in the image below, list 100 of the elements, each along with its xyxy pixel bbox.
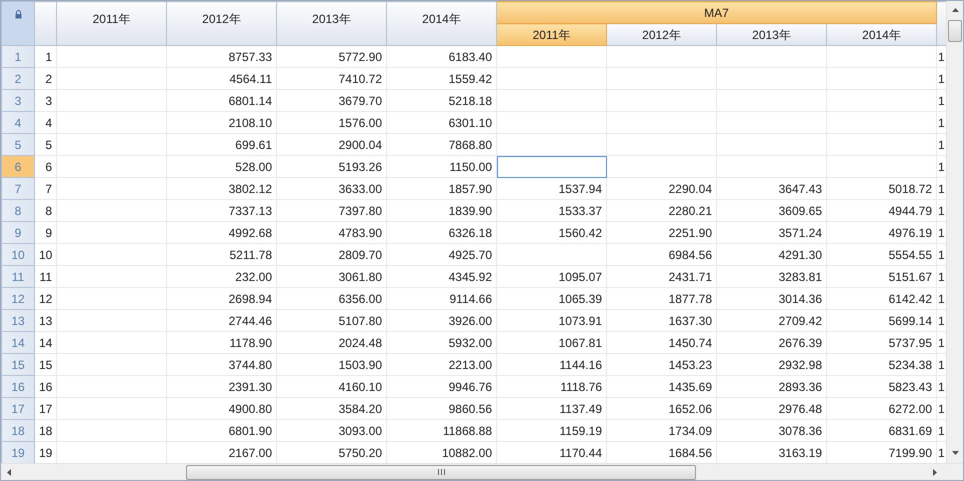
table-cell: 1857.90: [386, 178, 496, 200]
table-cell: 1073.91: [496, 310, 606, 332]
row-header[interactable]: 1: [2, 46, 34, 68]
table-cell: 13: [34, 310, 56, 332]
scroll-right-icon[interactable]: [933, 468, 937, 476]
table-cell: 5554.55: [826, 244, 936, 266]
table-cell: 1137.49: [496, 398, 606, 420]
table-cell: 6801.90: [166, 420, 276, 442]
scroll-up-icon[interactable]: [952, 8, 958, 12]
table-cell: 1150.00: [386, 156, 496, 178]
table-cell: 2024.48: [276, 332, 386, 354]
row-header[interactable]: 3: [2, 90, 34, 112]
table-cell: 1178.90: [166, 332, 276, 354]
table-cell: 1095.07: [496, 266, 606, 288]
table-cell: 2431.71: [606, 266, 716, 288]
table-cell: 2280.21: [606, 200, 716, 222]
row-header[interactable]: 4: [2, 112, 34, 134]
table-cell: 9114.66: [386, 288, 496, 310]
table-cell: 3061.80: [276, 266, 386, 288]
table-cell: 1537.94: [496, 178, 606, 200]
row-header[interactable]: 10: [2, 244, 34, 266]
table-cell: 699.61: [166, 134, 276, 156]
row-header[interactable]: 6: [2, 156, 34, 178]
table-cell: 9946.76: [386, 376, 496, 398]
table-cell: 3078.36: [716, 420, 826, 442]
table-cell: 2900.04: [276, 134, 386, 156]
column-header[interactable]: 2011年: [496, 24, 606, 46]
table-cell: 1652.06: [606, 398, 716, 420]
table-cell: 6356.00: [276, 288, 386, 310]
row-header[interactable]: 17: [2, 398, 34, 420]
row-header[interactable]: 13: [2, 310, 34, 332]
table-cell: 2676.39: [716, 332, 826, 354]
column-header[interactable]: 2012年: [166, 2, 276, 46]
row-header[interactable]: 12: [2, 288, 34, 310]
table-cell: 2391.30: [166, 376, 276, 398]
grip-icon: [438, 469, 444, 475]
table-cell: 1118.76: [496, 376, 606, 398]
row-header[interactable]: 7: [2, 178, 34, 200]
group-header[interactable]: MA7: [496, 2, 936, 24]
table-cell: 5737.95: [826, 332, 936, 354]
column-header[interactable]: 2011年: [56, 2, 166, 46]
table-cell: 5107.80: [276, 310, 386, 332]
table-cell: 3: [34, 90, 56, 112]
table-cell: 4900.80: [166, 398, 276, 420]
table-cell: 4291.30: [716, 244, 826, 266]
table-cell: 4944.79: [826, 200, 936, 222]
table-cell: 1435.69: [606, 376, 716, 398]
scrollbar-thumb[interactable]: [948, 20, 962, 42]
column-header[interactable]: 2014年: [386, 2, 496, 46]
corner-header[interactable]: [2, 2, 34, 46]
table-cell: 10: [34, 244, 56, 266]
table-cell: 4345.92: [386, 266, 496, 288]
table-cell: 2809.70: [276, 244, 386, 266]
table-cell: 14: [34, 332, 56, 354]
column-header[interactable]: 2013年: [716, 24, 826, 46]
row-header[interactable]: 15: [2, 354, 34, 376]
row-header[interactable]: 8: [2, 200, 34, 222]
table-cell: 8757.33: [166, 46, 276, 68]
table-cell: 5234.38: [826, 354, 936, 376]
table-cell: 18: [34, 420, 56, 442]
table-cell: 3283.81: [716, 266, 826, 288]
table-cell: 3609.65: [716, 200, 826, 222]
row-header[interactable]: 19: [2, 442, 34, 463]
table-cell: 5772.90: [276, 46, 386, 68]
table-cell: 1450.74: [606, 332, 716, 354]
column-header[interactable]: 2013年: [276, 2, 386, 46]
table-cell: 1065.39: [496, 288, 606, 310]
table-cell: 3093.00: [276, 420, 386, 442]
table-cell: 4: [34, 112, 56, 134]
table-cell: 1533.37: [496, 200, 606, 222]
row-header[interactable]: 11: [2, 266, 34, 288]
table-cell: 5932.00: [386, 332, 496, 354]
table-cell: 7397.80: [276, 200, 386, 222]
scroll-left-icon[interactable]: [7, 468, 11, 476]
table-cell: 2976.48: [716, 398, 826, 420]
selected-cell[interactable]: [496, 156, 606, 178]
table-cell: 2893.36: [716, 376, 826, 398]
table-cell: 528.00: [166, 156, 276, 178]
scrollbar-thumb[interactable]: [186, 464, 696, 480]
table-cell: 7: [34, 178, 56, 200]
row-header[interactable]: 16: [2, 376, 34, 398]
table-cell: 4992.68: [166, 222, 276, 244]
table-cell: 1144.16: [496, 354, 606, 376]
row-header[interactable]: 9: [2, 222, 34, 244]
table-cell: 3014.36: [716, 288, 826, 310]
table-cell: 2: [34, 68, 56, 90]
column-header[interactable]: 2014年: [826, 24, 936, 46]
scroll-down-icon[interactable]: [952, 451, 958, 455]
row-header[interactable]: 18: [2, 420, 34, 442]
table-cell: 5218.18: [386, 90, 496, 112]
row-header[interactable]: 5: [2, 134, 34, 156]
table-cell: 3926.00: [386, 310, 496, 332]
table-cell: 8: [34, 200, 56, 222]
table-cell: 1839.90: [386, 200, 496, 222]
row-header[interactable]: 14: [2, 332, 34, 354]
table-cell: 2251.90: [606, 222, 716, 244]
column-header[interactable]: [936, 2, 946, 46]
column-header[interactable]: 2012年: [606, 24, 716, 46]
row-header[interactable]: 2: [2, 68, 34, 90]
table-cell: 4783.90: [276, 222, 386, 244]
